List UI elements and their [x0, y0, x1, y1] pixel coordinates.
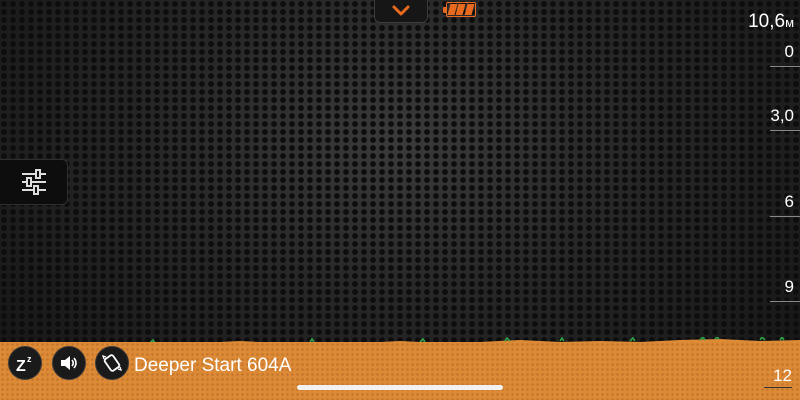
depth-tick-4: 12	[773, 366, 792, 385]
depth-tick-1: 3,0	[770, 106, 800, 131]
device-button[interactable]	[95, 346, 129, 380]
depth-max-label: 10,6м	[748, 11, 794, 33]
sleep-zz-icon: Z z	[16, 354, 32, 373]
sleep-button[interactable]: Z z	[8, 346, 42, 380]
battery-indicator	[443, 2, 476, 17]
depth-unit: м	[785, 15, 794, 30]
svg-text:Z: Z	[16, 358, 26, 373]
depth-tick-2: 6	[770, 192, 800, 217]
depth-max-value: 10,6	[748, 11, 786, 32]
chevron-down-icon	[392, 5, 410, 16]
settings-button[interactable]	[0, 159, 68, 205]
svg-text:z: z	[27, 354, 32, 364]
collapse-toggle-button[interactable]	[374, 0, 428, 23]
speaker-icon	[61, 356, 77, 370]
depth-tick-3: 9	[770, 277, 800, 302]
depth-tick-4-line	[764, 387, 792, 388]
depth-tick-0: 0	[770, 42, 800, 67]
device-name-label[interactable]: Deeper Start 604A	[134, 355, 291, 377]
device-tilt-icon	[101, 354, 123, 372]
sliders-icon	[21, 169, 46, 195]
sound-button[interactable]	[52, 346, 86, 380]
home-indicator[interactable]	[297, 385, 503, 390]
